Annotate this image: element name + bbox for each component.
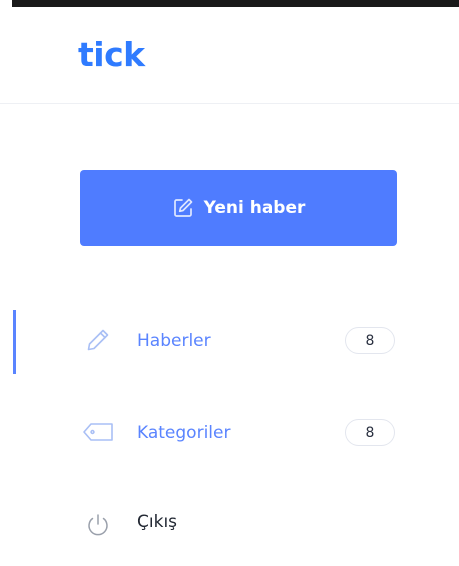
nav-item-kategoriler[interactable]: Kategoriler 8 <box>0 394 459 470</box>
pencil-icon <box>80 322 116 358</box>
edit-icon <box>172 197 194 219</box>
power-icon <box>80 507 116 543</box>
nav-item-cikis[interactable]: Çıkış <box>0 490 459 566</box>
logo[interactable]: tick <box>78 35 145 75</box>
nav-label-kategoriler: Kategoriler <box>137 423 231 443</box>
count-badge-kategoriler: 8 <box>345 419 395 446</box>
sidebar-header: tick <box>0 7 459 104</box>
new-article-label: Yeni haber <box>203 198 306 218</box>
new-article-button[interactable]: Yeni haber <box>80 170 397 246</box>
nav-label-cikis: Çıkış <box>137 512 178 532</box>
nav-label-haberler: Haberler <box>137 331 211 351</box>
top-border <box>12 0 459 7</box>
tag-icon <box>80 414 116 450</box>
nav-item-haberler[interactable]: Haberler 8 <box>0 300 459 376</box>
count-badge-haberler: 8 <box>345 327 395 354</box>
